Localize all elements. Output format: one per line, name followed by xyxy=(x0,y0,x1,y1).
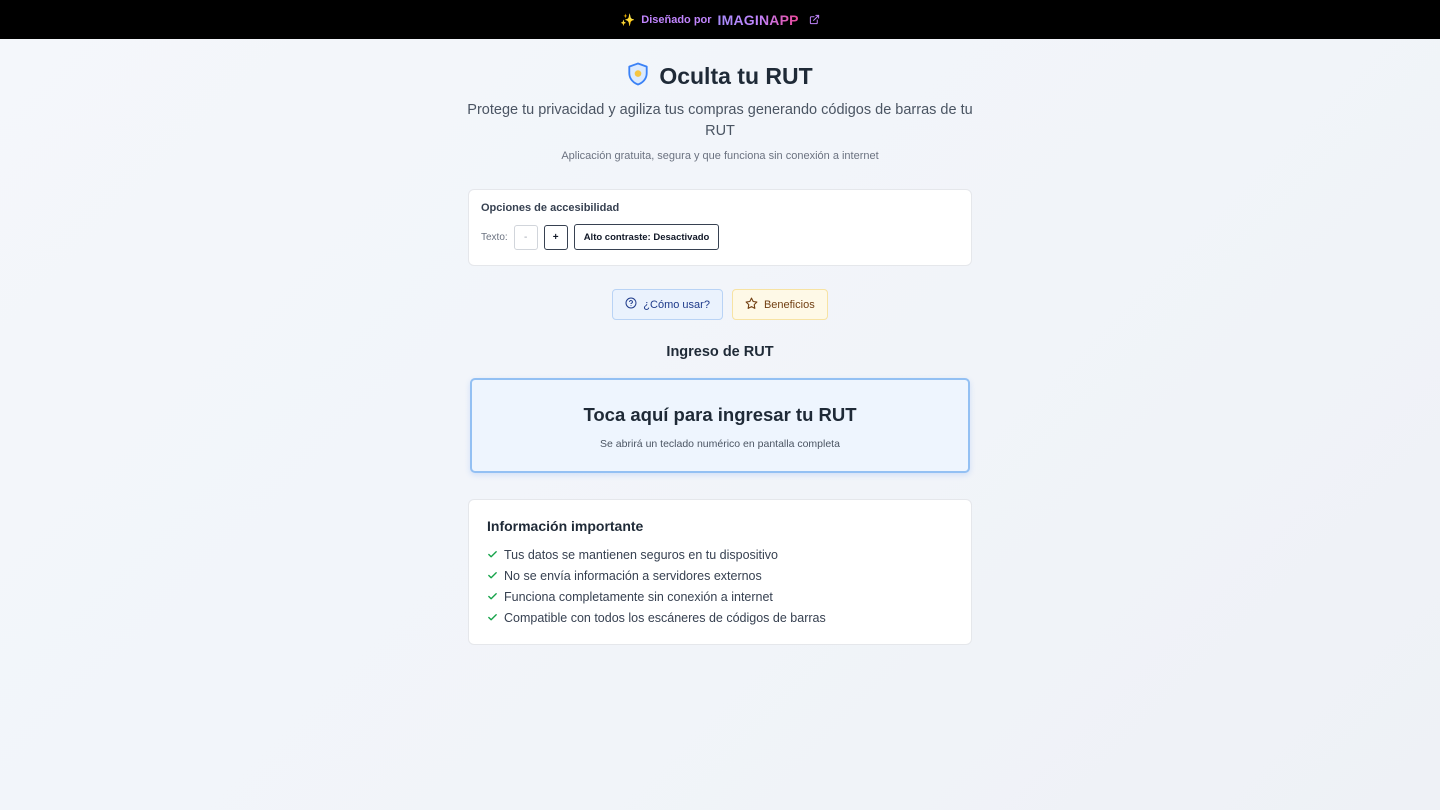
page-tagline: Aplicación gratuita, segura y que funcio… xyxy=(561,150,879,162)
decrease-text-button[interactable]: - xyxy=(513,224,538,250)
rut-entry-title: Toca aquí para ingresar tu RUT xyxy=(583,404,857,425)
rut-section-title: Ingreso de RUT xyxy=(666,344,774,360)
sparkle-icon: ✨ xyxy=(620,12,636,27)
benefits-label: Beneficios xyxy=(763,298,815,311)
help-circle-icon xyxy=(625,297,637,312)
title-row: Oculta tu RUT xyxy=(0,58,1440,94)
info-title: Información importante xyxy=(487,518,644,534)
increase-text-button[interactable]: + xyxy=(543,224,568,250)
check-icon xyxy=(487,570,498,581)
check-icon xyxy=(487,549,498,560)
page-subtitle: Protege tu privacidad y agiliza tus comp… xyxy=(467,102,973,139)
info-actions: ¿Cómo usar? Beneficios xyxy=(0,289,1440,320)
text-size-label: Texto: xyxy=(481,231,508,243)
accessibility-title: Opciones de accesibilidad xyxy=(481,202,620,214)
high-contrast-toggle[interactable]: Alto contraste: Desactivado xyxy=(573,224,720,250)
how-to-use-label: ¿Cómo usar? xyxy=(643,298,710,311)
page-header: Oculta tu RUT Protege tu privacidad y ag… xyxy=(0,58,1440,162)
page-title: Oculta tu RUT xyxy=(659,62,813,89)
accessibility-options-card: Opciones de accesibilidad Texto: - + Alt… xyxy=(468,189,972,266)
star-icon xyxy=(745,297,758,313)
check-icon xyxy=(487,612,498,623)
shield-icon xyxy=(627,62,649,91)
brand-link[interactable]: IMAGINAPP xyxy=(718,12,799,28)
rut-entry-card[interactable]: Toca aquí para ingresar tu RUT Se abrirá… xyxy=(470,378,970,473)
list-item-text: Compatible con todos los escáneres de có… xyxy=(504,610,826,625)
list-item-text: Tus datos se mantienen seguros en tu dis… xyxy=(504,547,778,562)
designer-banner[interactable]: ✨ Diseñado por IMAGINAPP xyxy=(0,0,1440,39)
benefits-button[interactable]: Beneficios xyxy=(731,289,828,320)
list-item: Funciona completamente sin conexión a in… xyxy=(487,586,953,607)
list-item: Compatible con todos los escáneres de có… xyxy=(487,607,953,628)
list-item-text: Funciona completamente sin conexión a in… xyxy=(504,589,773,604)
accessibility-controls: Texto: - + Alto contraste: Desactivado xyxy=(481,224,959,250)
list-item: No se envía información a servidores ext… xyxy=(487,565,953,586)
designed-by-label: Diseñado por xyxy=(641,13,712,26)
external-link-icon[interactable] xyxy=(809,14,820,25)
rut-entry-subtitle: Se abrirá un teclado numérico en pantall… xyxy=(600,438,840,450)
important-info-card: Información importante Tus datos se mant… xyxy=(468,499,972,645)
check-icon xyxy=(487,591,498,602)
list-item-text: No se envía información a servidores ext… xyxy=(504,568,762,583)
list-item: Tus datos se mantienen seguros en tu dis… xyxy=(487,544,953,565)
how-to-use-button[interactable]: ¿Cómo usar? xyxy=(612,289,723,320)
info-list: Tus datos se mantienen seguros en tu dis… xyxy=(487,544,953,628)
